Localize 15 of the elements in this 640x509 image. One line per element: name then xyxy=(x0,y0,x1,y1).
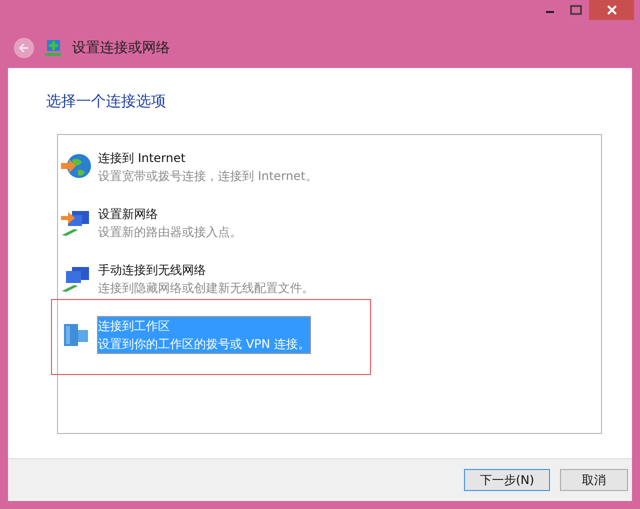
connection-option[interactable]: 连接到 Internet 设置宽带或拨号连接，连接到 Internet。 xyxy=(98,149,318,185)
maximize-icon xyxy=(570,5,582,15)
close-icon xyxy=(606,5,616,15)
page-heading: 选择一个连接选项 xyxy=(46,92,167,111)
network-icon xyxy=(60,208,92,238)
cancel-button[interactable]: 取消 xyxy=(560,469,628,491)
back-arrow-icon xyxy=(18,42,30,54)
close-button[interactable] xyxy=(589,0,634,20)
back-button[interactable] xyxy=(14,38,34,58)
connection-option[interactable]: 手动连接到无线网络 连接到隐藏网络或创建新无线配置文件。 xyxy=(98,261,314,297)
connection-option[interactable]: 设置新网络 设置新的路由器或接入点。 xyxy=(98,205,242,241)
network-icon xyxy=(60,264,92,294)
window-title: 设置连接或网络 xyxy=(72,39,170,57)
next-button[interactable]: 下一步(N) xyxy=(464,469,550,491)
network-icon xyxy=(44,39,62,57)
